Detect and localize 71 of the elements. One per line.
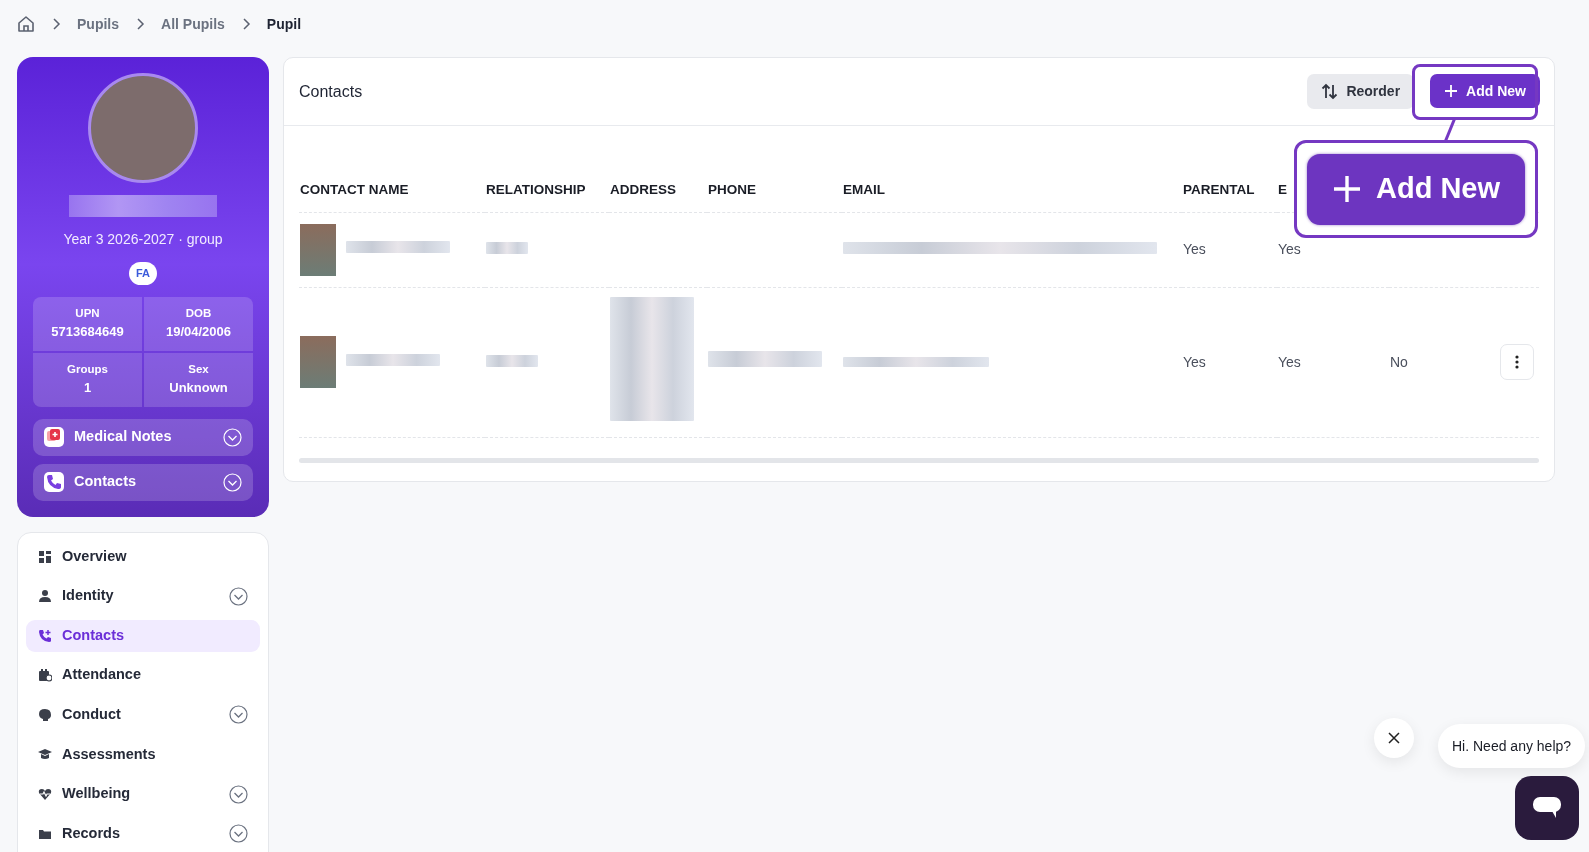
table-cell: No: [1390, 353, 1408, 370]
group-label: Year 3 2026-2027 · group: [63, 230, 223, 249]
chevron-down-icon: [229, 784, 248, 804]
more-options-button[interactable]: [1500, 344, 1534, 380]
phone-icon: [44, 472, 64, 492]
calendar-icon: [38, 668, 52, 683]
photo-placeholder: [300, 336, 336, 388]
nav-item[interactable]: Wellbeing: [26, 778, 260, 811]
breadcrumb-link[interactable]: All Pupils: [161, 13, 225, 35]
vertical-dots-icon: [1515, 355, 1519, 369]
redacted-text: [486, 354, 538, 367]
first-aid-icon: [44, 427, 64, 447]
heart-icon: [38, 787, 52, 802]
grid-icon: [38, 549, 52, 564]
column-header: E: [1278, 181, 1287, 197]
column-header: ADDRESS: [610, 181, 676, 197]
close-button[interactable]: [1374, 718, 1414, 758]
plus-icon: [1444, 84, 1459, 98]
nav-item[interactable]: Records: [26, 817, 260, 850]
nav-item[interactable]: Assessments: [26, 738, 260, 771]
table-cell: Yes: [1183, 241, 1206, 257]
column-header: EMAIL: [843, 181, 885, 197]
add-new-button-magnified: Add New: [1307, 153, 1525, 225]
chat-message: Hi. Need any help?: [1438, 724, 1586, 768]
chevron-down-icon: [229, 705, 248, 725]
chevron-down-icon: [223, 427, 242, 447]
photo-placeholder: [300, 223, 336, 276]
nav-item[interactable]: Attendance: [26, 659, 260, 692]
card-title: Contacts: [299, 81, 363, 102]
nav-item[interactable]: Identity: [26, 580, 260, 613]
breadcrumb-link[interactable]: Pupils: [77, 13, 119, 35]
column-header: CONTACT NAME: [300, 181, 409, 197]
section-toggle[interactable]: Medical Notes: [33, 418, 253, 456]
chevron-right-icon: [240, 18, 251, 30]
stat-value: Unknown: [169, 379, 228, 398]
initials-tag: FA: [128, 262, 158, 285]
stat-value: 1: [83, 379, 92, 398]
column-header: PHONE: [708, 181, 756, 197]
add-new-button[interactable]: Add New: [1430, 74, 1540, 108]
chat-button[interactable]: [1515, 776, 1579, 840]
stat-value: 5713684649: [51, 323, 124, 342]
home-icon: [17, 15, 35, 33]
sort-arrows-icon: [1321, 83, 1339, 100]
table-cell: Yes: [1278, 353, 1301, 370]
stat-label: DOB: [185, 306, 212, 322]
chevron-down-icon: [229, 824, 248, 844]
phone-icon: [38, 628, 52, 643]
plus-icon: [1331, 174, 1362, 204]
nav-item[interactable]: Conduct: [26, 698, 260, 731]
table-cell: Yes: [1278, 241, 1301, 257]
head-icon: [38, 707, 52, 722]
column-header: PARENTAL: [1183, 181, 1255, 197]
chevron-right-icon: [135, 18, 145, 30]
stat-label: Groups: [67, 362, 108, 378]
table-cell: Yes: [1183, 353, 1206, 370]
horizontal-scrollbar[interactable]: [299, 457, 1539, 463]
nav-item[interactable]: Overview: [26, 540, 260, 573]
stat-label: UPN: [75, 306, 100, 322]
stat-value: 19/04/2006: [165, 323, 232, 342]
chevron-down-icon: [223, 472, 242, 492]
section-toggle[interactable]: Contacts: [33, 463, 253, 501]
reorder-button[interactable]: Reorder: [1307, 74, 1415, 109]
person-icon: [38, 589, 52, 604]
close-icon: [1387, 731, 1401, 745]
stat-label: Sex: [188, 362, 209, 378]
nav-item[interactable]: Contacts: [26, 619, 260, 652]
redacted-text: [486, 242, 528, 254]
column-header: RELATIONSHIP: [486, 181, 586, 197]
chevron-down-icon: [229, 586, 248, 606]
graduation-cap-icon: [38, 747, 52, 762]
chevron-right-icon: [51, 18, 61, 30]
